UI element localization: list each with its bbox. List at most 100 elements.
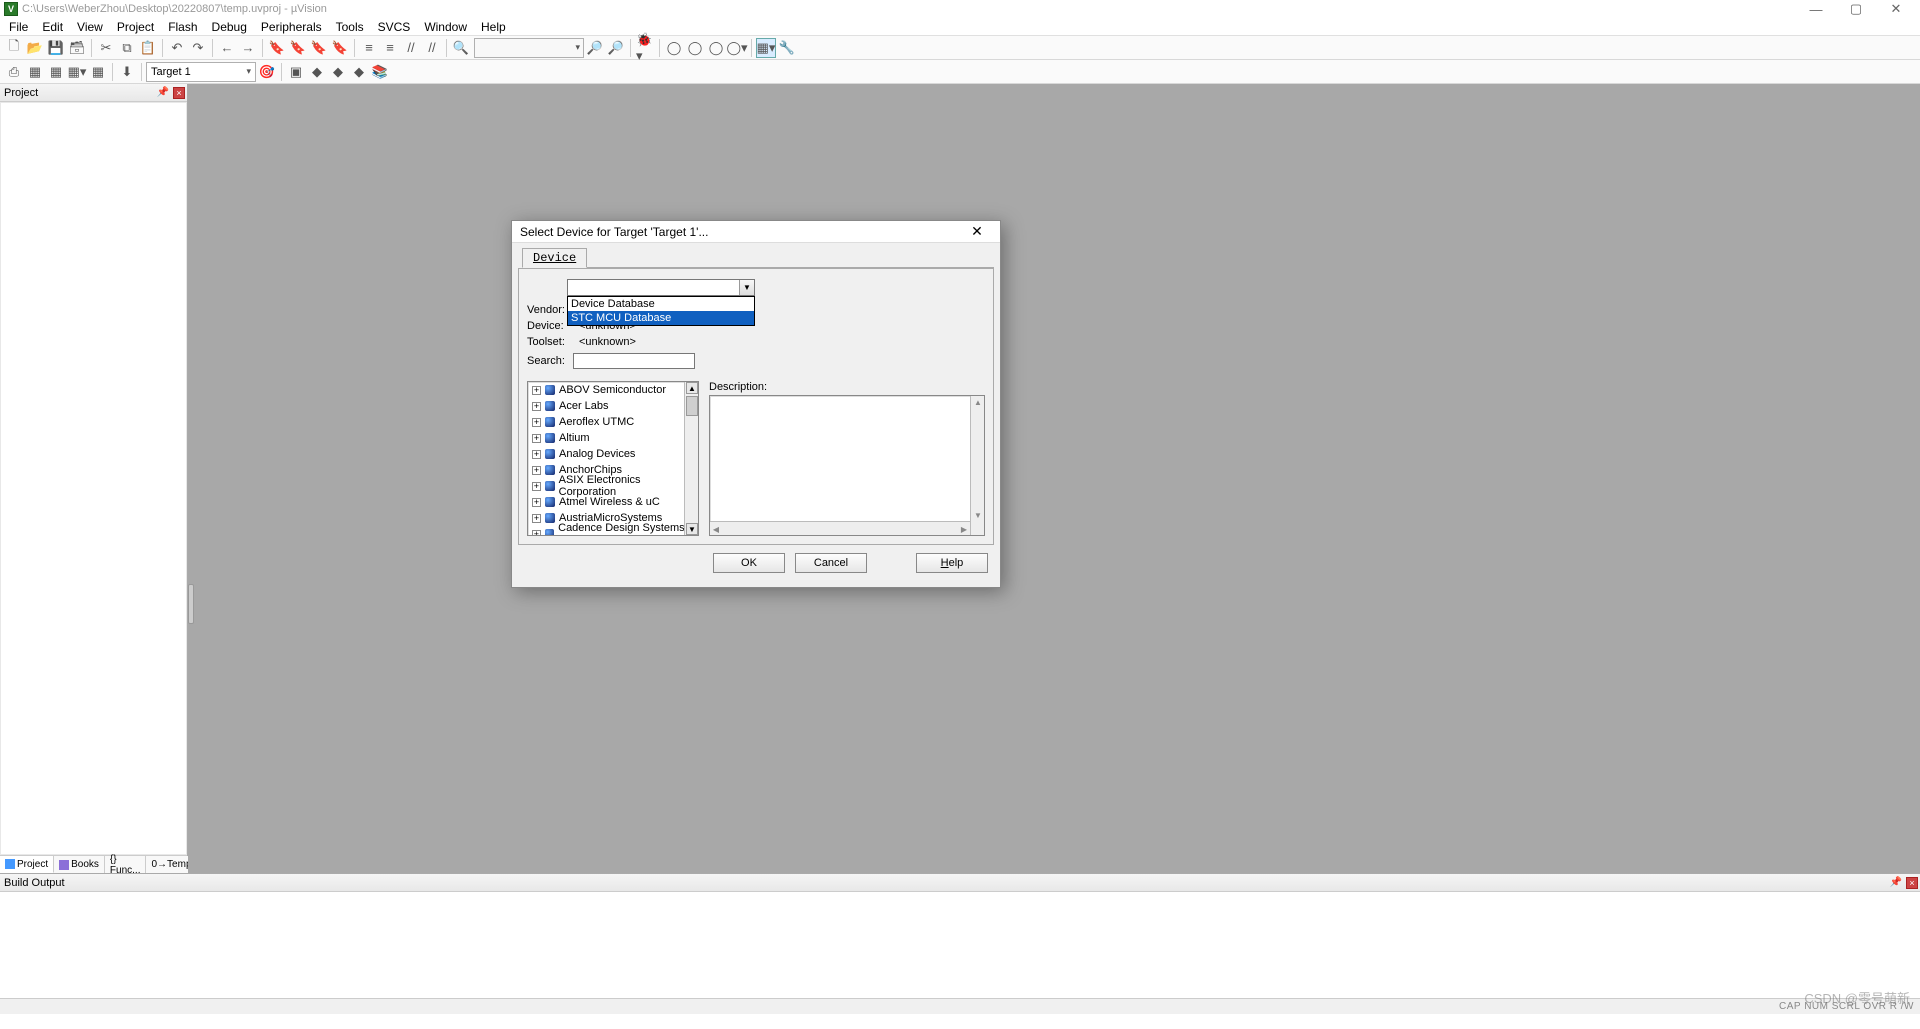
pin-icon[interactable]: 📌 bbox=[1890, 877, 1902, 888]
panel-close-icon[interactable]: × bbox=[173, 87, 185, 99]
vendor-tree[interactable]: +ABOV Semiconductor +Acer Labs +Aeroflex… bbox=[527, 381, 699, 536]
books-icon[interactable]: 📚 bbox=[370, 62, 390, 82]
menu-project[interactable]: Project bbox=[110, 19, 161, 35]
bookmark-prev-icon[interactable]: 🔖 bbox=[288, 38, 308, 58]
expand-icon[interactable]: + bbox=[532, 482, 541, 491]
rebuild-icon[interactable]: ▦ bbox=[46, 62, 66, 82]
expand-icon[interactable]: + bbox=[532, 434, 541, 443]
paste-icon[interactable]: 📋 bbox=[138, 38, 158, 58]
scroll-up-icon[interactable]: ▲ bbox=[972, 396, 984, 408]
menu-svcs[interactable]: SVCS bbox=[371, 19, 418, 35]
scroll-down-icon[interactable]: ▼ bbox=[686, 523, 698, 535]
expand-icon[interactable]: + bbox=[532, 450, 541, 459]
menu-debug[interactable]: Debug bbox=[205, 19, 254, 35]
new-file-icon[interactable]: 🗋 bbox=[4, 38, 24, 58]
menu-file[interactable]: File bbox=[2, 19, 35, 35]
expand-icon[interactable]: + bbox=[532, 498, 541, 507]
target-selector[interactable]: Target 1 ▾ bbox=[146, 62, 256, 82]
close-button[interactable]: ✕ bbox=[1876, 0, 1916, 18]
select-packs-icon[interactable]: ◆ bbox=[328, 62, 348, 82]
breakpoint-enable-icon[interactable]: ◯ bbox=[685, 38, 705, 58]
tree-scrollbar[interactable]: ▲ ▼ bbox=[684, 382, 698, 535]
tab-books[interactable]: Books bbox=[54, 856, 105, 873]
scroll-down-icon[interactable]: ▼ bbox=[972, 509, 984, 521]
save-all-icon[interactable]: 🗃 bbox=[67, 38, 87, 58]
redo-icon[interactable]: ↷ bbox=[188, 38, 208, 58]
incremental-find-icon[interactable]: 🔎 bbox=[606, 38, 626, 58]
nav-forward-icon[interactable]: → bbox=[238, 38, 258, 58]
manage-components-icon[interactable]: ▣ bbox=[286, 62, 306, 82]
outdent-icon[interactable]: ≡ bbox=[380, 38, 400, 58]
tab-device[interactable]: Device bbox=[522, 248, 587, 268]
scroll-right-icon[interactable]: ▶ bbox=[958, 523, 970, 535]
scroll-left-icon[interactable]: ◀ bbox=[710, 523, 722, 535]
cancel-button[interactable]: Cancel bbox=[795, 553, 867, 573]
menu-flash[interactable]: Flash bbox=[161, 19, 204, 35]
expand-icon[interactable]: + bbox=[532, 386, 541, 395]
configure-icon[interactable]: 🔧 bbox=[777, 38, 797, 58]
menu-edit[interactable]: Edit bbox=[35, 19, 70, 35]
pack-installer-icon[interactable]: ◆ bbox=[349, 62, 369, 82]
find-icon[interactable]: 🔎 bbox=[585, 38, 605, 58]
comment-icon[interactable]: // bbox=[401, 38, 421, 58]
ok-button[interactable]: OK bbox=[713, 553, 785, 573]
find-in-files-icon[interactable]: 🔍 bbox=[451, 38, 471, 58]
tab-project[interactable]: Project bbox=[0, 856, 54, 873]
help-button[interactable]: Help bbox=[916, 553, 988, 573]
copy-icon[interactable]: ⧉ bbox=[117, 38, 137, 58]
menu-help[interactable]: Help bbox=[474, 19, 513, 35]
breakpoint-disable-icon[interactable]: ◯ bbox=[706, 38, 726, 58]
batch-build-icon[interactable]: ▦▾ bbox=[67, 62, 87, 82]
maximize-button[interactable]: ▢ bbox=[1836, 0, 1876, 18]
database-dropdown[interactable]: Device Database STC MCU Database bbox=[567, 296, 755, 326]
dialog-close-button[interactable]: ✕ bbox=[962, 222, 992, 242]
expand-icon[interactable]: + bbox=[532, 402, 541, 411]
stop-build-icon[interactable]: ▦ bbox=[88, 62, 108, 82]
find-combo[interactable]: ▾ bbox=[474, 38, 584, 58]
breakpoint-insert-icon[interactable]: ◯ bbox=[664, 38, 684, 58]
menu-peripherals[interactable]: Peripherals bbox=[254, 19, 329, 35]
cut-icon[interactable]: ✂ bbox=[96, 38, 116, 58]
expand-icon[interactable]: + bbox=[532, 514, 541, 523]
window-layout-icon[interactable]: ▦▾ bbox=[756, 38, 776, 58]
project-tree[interactable] bbox=[0, 102, 187, 855]
breakpoint-kill-icon[interactable]: ◯▾ bbox=[727, 38, 747, 58]
indent-icon[interactable]: ≡ bbox=[359, 38, 379, 58]
target-options-icon[interactable]: 🎯 bbox=[257, 62, 277, 82]
search-input[interactable] bbox=[573, 353, 695, 369]
manage-rte-icon[interactable]: ◆ bbox=[307, 62, 327, 82]
uncomment-icon[interactable]: // bbox=[422, 38, 442, 58]
tab-functions[interactable]: {} Func... bbox=[105, 856, 147, 873]
database-combobox[interactable]: ▼ bbox=[567, 279, 755, 296]
db-option-device-database[interactable]: Device Database bbox=[568, 297, 754, 311]
menu-window[interactable]: Window bbox=[417, 19, 474, 35]
expand-icon[interactable]: + bbox=[532, 418, 541, 427]
scrollbar-stub[interactable] bbox=[188, 584, 194, 624]
desc-vscrollbar[interactable]: ▲ ▼ bbox=[970, 396, 984, 535]
undo-icon[interactable]: ↶ bbox=[167, 38, 187, 58]
expand-icon[interactable]: + bbox=[532, 530, 541, 537]
nav-back-icon[interactable]: ← bbox=[217, 38, 237, 58]
translate-icon[interactable]: ⎙ bbox=[4, 62, 24, 82]
pin-icon[interactable]: 📌 bbox=[157, 87, 169, 98]
bookmark-clear-icon[interactable]: 🔖 bbox=[330, 38, 350, 58]
debug-icon[interactable]: 🐞▾ bbox=[635, 38, 655, 58]
build-output-body[interactable] bbox=[0, 892, 1920, 998]
save-icon[interactable]: 💾 bbox=[46, 38, 66, 58]
scroll-up-icon[interactable]: ▲ bbox=[686, 382, 698, 394]
panel-close-icon[interactable]: × bbox=[1906, 877, 1918, 889]
bookmark-toggle-icon[interactable]: 🔖 bbox=[267, 38, 287, 58]
scroll-thumb[interactable] bbox=[686, 396, 698, 416]
bookmark-next-icon[interactable]: 🔖 bbox=[309, 38, 329, 58]
chip-icon bbox=[545, 385, 555, 395]
menu-view[interactable]: View bbox=[70, 19, 110, 35]
db-option-stc-mcu-database[interactable]: STC MCU Database bbox=[568, 311, 754, 325]
download-icon[interactable]: ⬇ bbox=[117, 62, 137, 82]
minimize-button[interactable]: — bbox=[1796, 0, 1836, 18]
dialog-titlebar[interactable]: Select Device for Target 'Target 1'... ✕ bbox=[512, 221, 1000, 243]
expand-icon[interactable]: + bbox=[532, 466, 541, 475]
desc-hscrollbar[interactable]: ◀ ▶ bbox=[710, 521, 970, 535]
build-icon[interactable]: ▦ bbox=[25, 62, 45, 82]
menu-tools[interactable]: Tools bbox=[329, 19, 371, 35]
open-file-icon[interactable]: 📂 bbox=[25, 38, 45, 58]
